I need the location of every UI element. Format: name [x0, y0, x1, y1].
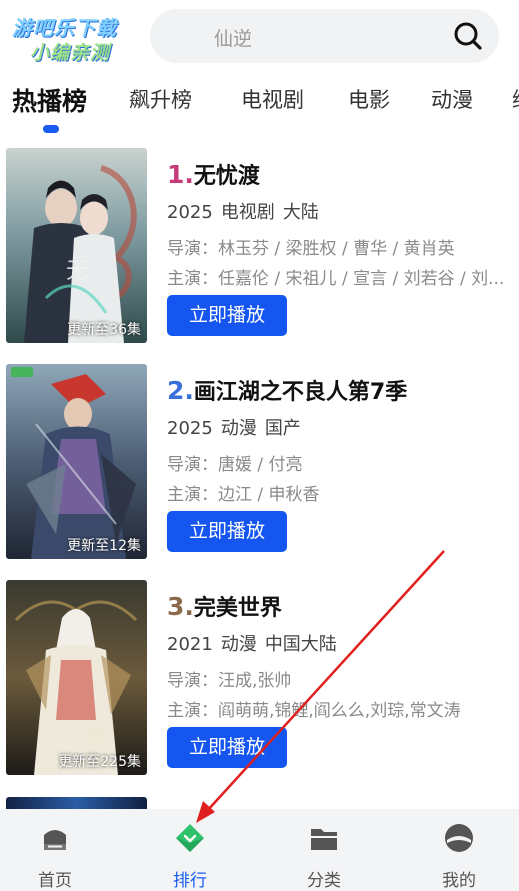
search-input[interactable]: 仙逆	[150, 9, 499, 63]
nav-label: 首页	[38, 871, 72, 891]
episode-badge: 更新至225集	[58, 754, 141, 770]
tab-tv-series[interactable]: 电视剧	[241, 84, 304, 114]
search-icon[interactable]	[453, 21, 483, 51]
item-director: 导演：唐媛 / 付亮	[167, 455, 303, 475]
item-meta: 2025 动漫 国产	[167, 414, 309, 440]
tab-movie[interactable]: 电影	[348, 84, 390, 114]
item-type: 动漫	[220, 418, 257, 439]
play-now-button[interactable]: 立即播放	[167, 727, 287, 768]
poster-image[interactable]: 更新至12集	[6, 364, 147, 559]
svg-text:完: 完	[86, 726, 106, 750]
item-meta: 2021 动漫 中国大陆	[167, 630, 345, 656]
poster-art: 完	[6, 580, 147, 775]
rank-number: 1.	[167, 160, 194, 189]
rank-number: 3.	[167, 592, 194, 621]
nav-profile[interactable]: 我的	[404, 809, 514, 891]
item-title-row[interactable]: 2.画江湖之不良人第7季	[167, 374, 407, 406]
search-placeholder: 仙逆	[214, 28, 253, 50]
item-year: 2025	[167, 418, 213, 439]
active-tab-indicator	[43, 125, 59, 133]
svg-text:无: 无	[66, 259, 88, 284]
item-type: 电视剧	[220, 202, 275, 223]
play-now-button[interactable]: 立即播放	[167, 295, 287, 336]
logo-line2: 小编亲测	[30, 42, 111, 64]
tab-variety[interactable]: 综	[512, 84, 519, 114]
play-now-button[interactable]: 立即播放	[167, 511, 287, 552]
tab-rising[interactable]: 飙升榜	[129, 84, 192, 114]
nav-category[interactable]: 分类	[269, 809, 379, 891]
poster-image[interactable]: 无 更新至36集	[6, 148, 147, 343]
item-title: 画江湖之不良人第7季	[193, 380, 408, 405]
item-year: 2025	[167, 202, 213, 223]
episode-badge: 更新至12集	[67, 538, 141, 554]
rank-number: 2.	[167, 376, 194, 405]
list-item[interactable]: 完 更新至225集 3.完美世界 2021 动漫 中国大陆 导演：汪成,张帅 主演：…	[0, 580, 519, 780]
poster-art	[6, 364, 147, 559]
category-folder-icon	[311, 829, 337, 850]
item-director: 导演：林玉芬 / 梁胜权 / 曹华 / 黄肖英	[167, 239, 455, 259]
tab-anime[interactable]: 动漫	[431, 84, 473, 114]
poster-image[interactable]: 完 更新至225集	[6, 580, 147, 775]
next-poster-peek[interactable]	[6, 797, 147, 809]
item-year: 2021	[167, 634, 213, 655]
poster-art: 无	[6, 148, 147, 343]
nav-ranking[interactable]: 排行	[135, 809, 245, 891]
tab-hot[interactable]: 热播榜	[12, 82, 87, 118]
episode-badge: 更新至36集	[67, 322, 141, 338]
nav-label: 分类	[307, 871, 341, 891]
item-director: 导演：汪成,张帅	[167, 671, 292, 691]
nav-home[interactable]: 首页	[0, 809, 110, 891]
top-bar: 游吧乐下载 小编亲测 仙逆	[0, 0, 519, 70]
item-region: 国产	[264, 418, 301, 439]
nav-label: 排行	[173, 871, 207, 891]
item-title: 完美世界	[193, 596, 282, 621]
item-cast: 主演：任嘉伦 / 宋祖儿 / 宣言 / 刘若谷 / 刘...	[167, 269, 505, 289]
item-title-row[interactable]: 3.完美世界	[167, 590, 282, 622]
item-title: 无忧渡	[193, 164, 260, 189]
item-title-row[interactable]: 1.无忧渡	[167, 158, 260, 190]
home-icon	[44, 830, 66, 850]
bottom-navigation: 首页 排行 分类 我的	[0, 809, 519, 891]
item-cast: 主演：边江 / 申秋香	[167, 485, 320, 505]
profile-icon	[445, 824, 473, 852]
ranking-icon	[176, 824, 204, 852]
item-cast: 主演：阎萌萌,锦鲤,阎么么,刘琮,常文涛	[167, 701, 461, 721]
list-item[interactable]: 无 更新至36集 1.无忧渡 2025 电视剧 大陆 导演：林玉芬 / 梁胜权 / …	[0, 148, 519, 348]
ranking-tabs: 热播榜 飙升榜 电视剧 电影 动漫 综	[0, 70, 519, 136]
item-region: 中国大陆	[264, 634, 337, 655]
list-item[interactable]: 更新至12集 2.画江湖之不良人第7季 2025 动漫 国产 导演：唐媛 / 付亮 …	[0, 364, 519, 564]
item-region: 大陆	[282, 202, 319, 223]
watermark-logo: 游吧乐下载 小编亲测	[8, 8, 148, 64]
item-type: 动漫	[220, 634, 257, 655]
logo-line1: 游吧乐下载	[12, 16, 117, 40]
nav-label: 我的	[442, 871, 476, 891]
item-meta: 2025 电视剧 大陆	[167, 198, 327, 224]
